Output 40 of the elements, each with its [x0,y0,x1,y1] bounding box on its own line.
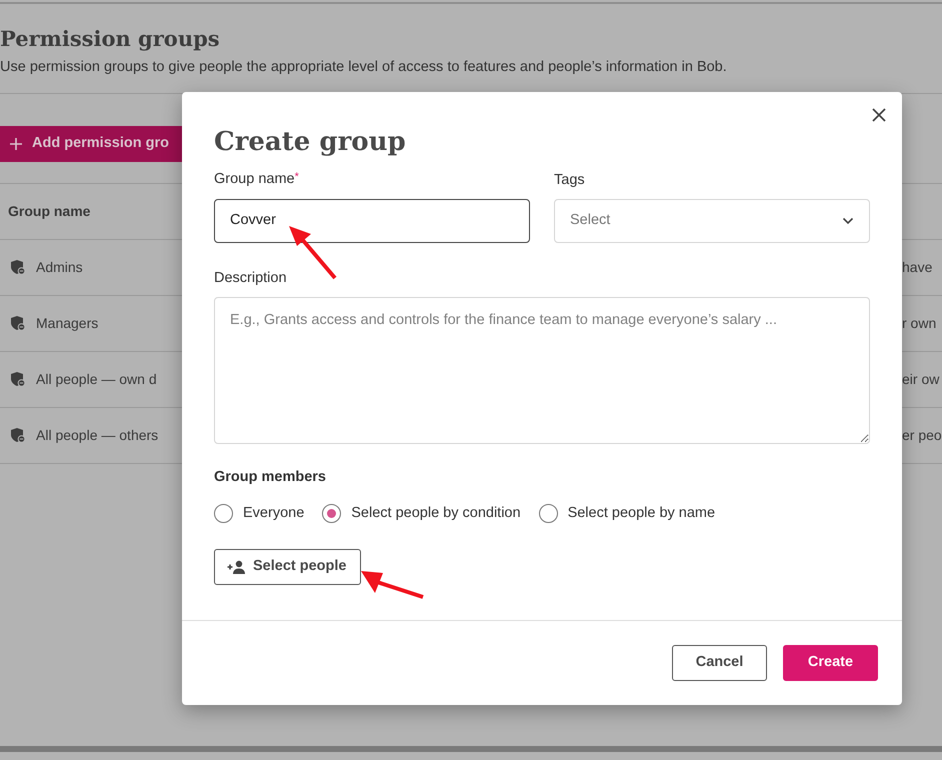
cancel-button[interactable]: Cancel [672,645,767,681]
radio-button[interactable] [214,504,233,524]
add-person-icon [227,560,247,574]
shield-icon [10,427,26,444]
radio-button[interactable] [322,504,342,524]
group-name-field[interactable]: Covver [214,199,530,243]
table-cell-text: Managers [36,314,98,333]
required-mark: * [294,170,299,185]
tags-dropdown[interactable]: Select [554,199,870,243]
chevron-down-icon [842,217,854,225]
select-people-button[interactable]: Select people [214,548,362,584]
table-cell-text: Admins [36,258,83,277]
dialog-title: Create group [214,126,407,159]
table-cell-text: All people — own d [36,370,157,389]
page-description: Use permission groups to give people the appropriate level of access to features and people’s information in Bob. [0,58,727,77]
radio-option[interactable]: Select people by name [538,502,716,524]
description-field[interactable]: E.g., Grants access and controls for the finance team to manage everyone’s salary ... [214,297,870,444]
close-icon[interactable] [870,106,888,124]
field-label: Group name [214,170,295,189]
plus-icon [10,138,22,150]
radio-option[interactable]: Everyone [214,502,304,524]
shield-icon [10,315,26,332]
arrow-annotation [359,569,425,599]
table-cell-text: have [902,258,934,277]
create-button[interactable]: Create [783,645,878,681]
radio-button[interactable] [538,504,558,524]
page-title: Permission groups [0,25,220,53]
table-cell-text: r own [902,314,938,333]
shield-icon [10,259,26,276]
table-cell-text: eir ow [902,370,940,389]
radio-option[interactable]: Select people by condition [322,502,521,524]
table-cell-text: All people — others [36,426,158,445]
field-label: Tags [554,171,585,190]
arrow-annotation [287,224,339,282]
section-label: Group members [214,468,326,487]
field-label: Description [214,269,287,288]
column-header: Group name [7,202,90,221]
shield-icon [10,371,26,388]
table-cell-text: er peo [902,426,942,445]
add-permission-group-button[interactable]: Add permission gro [0,126,182,162]
